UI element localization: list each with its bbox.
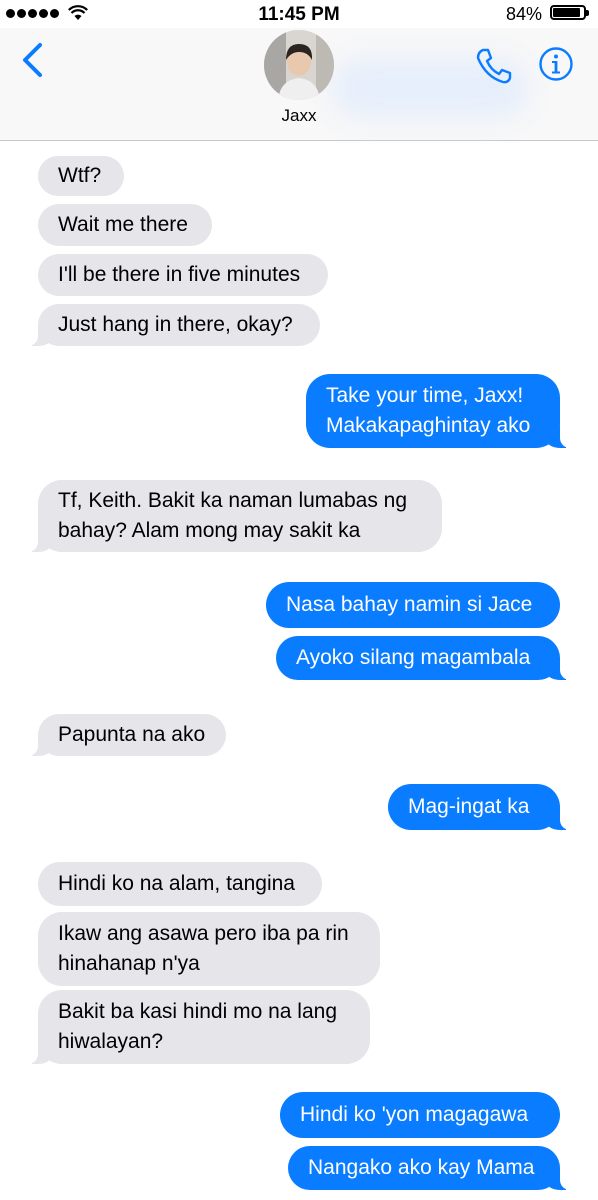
incoming-message[interactable]: Bakit ba kasi hindi mo na lang hiwalayan… [22,990,370,1064]
contact-name[interactable]: Jaxx [0,106,598,126]
battery-icon [550,5,589,20]
outgoing-message[interactable]: Take your time, Jaxx! Makakapaghintay ak… [306,374,576,448]
incoming-message[interactable]: Just hang in there, okay? [22,304,320,346]
info-icon[interactable] [538,46,574,82]
outgoing-message[interactable]: Nasa bahay namin si Jace [266,582,560,628]
outgoing-message[interactable]: Hindi ko 'yon magagawa [280,1092,560,1138]
back-chevron-icon[interactable] [18,42,48,78]
outgoing-message[interactable]: Mag-ingat ka [388,784,576,830]
incoming-message[interactable]: Papunta na ako [22,714,226,756]
incoming-message[interactable]: Wait me there [38,204,212,246]
conversation-header: Jaxx [0,28,598,141]
battery-percent: 84% [505,4,542,24]
phone-icon[interactable] [474,46,514,86]
outgoing-message[interactable]: Ayoko silang magambala [276,636,576,680]
outgoing-message[interactable]: Nangako ako kay Mama [288,1146,576,1190]
status-bar: 11:45 PM 84% [0,0,598,28]
incoming-message[interactable]: Wtf? [38,156,124,196]
contact-avatar[interactable] [264,30,334,100]
incoming-message[interactable]: Hindi ko na alam, tangina [38,862,322,906]
incoming-message[interactable]: Ikaw ang asawa pero iba pa rin hinahanap… [38,912,380,986]
incoming-message[interactable]: I'll be there in five minutes [38,254,328,296]
incoming-message[interactable]: Tf, Keith. Bakit ka naman lumabas ng bah… [22,480,442,552]
